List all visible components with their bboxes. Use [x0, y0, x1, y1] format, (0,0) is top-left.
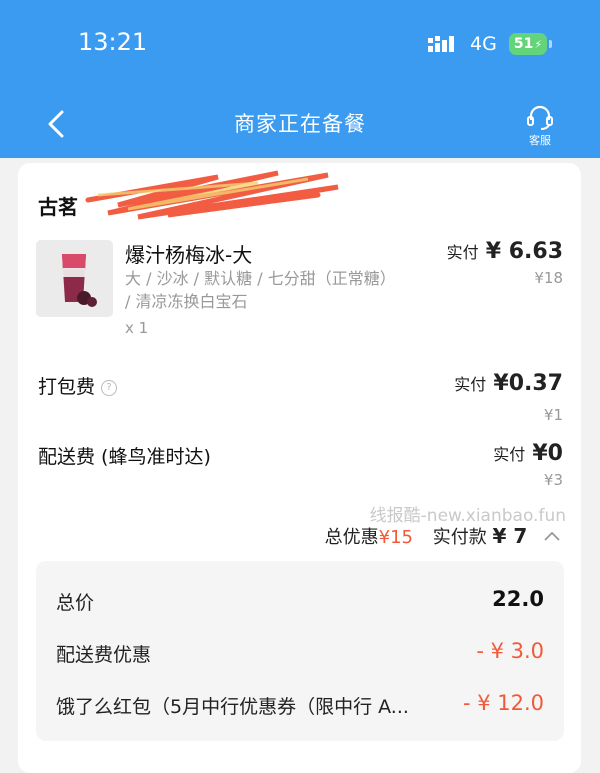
total-discount-label: 总优惠: [324, 527, 379, 548]
battery-icon: 51 ⚡: [509, 33, 547, 55]
header-bar: 13:21 4G 51 ⚡ 商家正在备餐 客服: [0, 0, 600, 158]
item-original-price: ¥18: [534, 269, 563, 287]
delivery-fee-paid: 实付 ¥0: [493, 441, 563, 466]
item-paid: 实付 ¥ 6.63: [447, 239, 563, 264]
delivery-fee-paid-label: 实付: [493, 445, 526, 464]
delivery-fee-original: ¥3: [543, 471, 563, 489]
item-paid-amount: ¥ 6.63: [485, 239, 563, 264]
total-discount-amount: ¥15: [378, 527, 413, 548]
total-paid-amount: ¥ 7: [492, 524, 528, 548]
summary-row-value: - ¥ 3.0: [476, 639, 544, 663]
shop-name[interactable]: 古茗: [38, 191, 78, 220]
summary-row-label: 总价: [56, 592, 95, 614]
packing-fee-paid-label: 实付: [454, 375, 487, 394]
summary-row-label: 配送费优惠: [56, 644, 152, 666]
chevron-up-icon: [544, 531, 560, 541]
customer-service-label: 客服: [529, 134, 551, 147]
status-time: 13:21: [78, 28, 148, 56]
signal-icon: [428, 36, 454, 52]
item-paid-label: 实付: [446, 243, 479, 262]
redaction-scribble: [85, 170, 339, 220]
page-title: 商家正在备餐: [234, 112, 366, 136]
item-spec-line-2: / 清凉冻换白宝石: [125, 292, 248, 311]
summary-row-value: - ¥ 12.0: [462, 691, 544, 715]
total-paid-label: 实付款: [432, 527, 487, 548]
price-summary: 总价 22.0 配送费优惠 - ¥ 3.0 饿了么红包（5月中行优惠券（限中行 …: [36, 561, 564, 741]
delivery-fee-label: 配送费 (蜂鸟准时达): [38, 446, 211, 468]
customer-service-button[interactable]: 客服: [518, 104, 562, 148]
headset-icon: [527, 105, 553, 130]
network-type: 4G: [470, 33, 497, 55]
delivery-fee-amount: ¥0: [532, 441, 563, 466]
packing-fee-label: 打包费?: [38, 372, 118, 399]
packing-fee-amount: ¥0.37: [493, 371, 563, 396]
packing-fee-text: 打包费: [38, 376, 96, 398]
totals-toggle[interactable]: 总优惠¥15 实付款 ¥ 7: [325, 523, 561, 549]
battery-level: 51: [513, 36, 534, 52]
packing-fee-original: ¥1: [543, 406, 563, 424]
product-image[interactable]: [36, 240, 113, 317]
summary-row-label: 饿了么红包（5月中行优惠券（限中行 A...: [56, 696, 409, 718]
help-icon[interactable]: ?: [101, 380, 118, 396]
item-spec: 大 / 沙冰 / 默认糖 / 七分甜（正常糖） / 清凉冻换白宝石: [125, 267, 455, 313]
packing-fee-paid: 实付 ¥0.37: [454, 371, 563, 396]
battery-tip: [549, 40, 552, 48]
item-name: 爆汁杨梅冰-大: [125, 243, 253, 267]
item-spec-line-1: 大 / 沙冰 / 默认糖 / 七分甜（正常糖）: [125, 269, 396, 288]
item-quantity: x 1: [125, 319, 149, 337]
summary-row-value: 22.0: [492, 587, 544, 611]
order-card: 古茗 爆汁杨梅冰-大 大 / 沙冰 / 默认糖 / 七分甜（正常糖） / 清凉冻…: [18, 163, 581, 773]
